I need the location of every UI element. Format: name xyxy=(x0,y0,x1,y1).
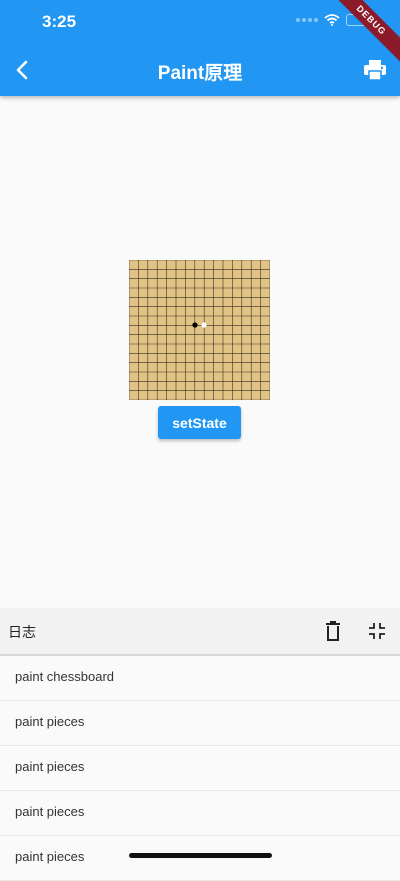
set-state-button[interactable]: setState xyxy=(158,406,241,439)
log-item: paint chessboard xyxy=(0,656,400,701)
app-bar: 3:25 Paint原理 xyxy=(0,0,400,96)
printer-icon xyxy=(364,60,386,81)
status-time: 3:25 xyxy=(42,12,77,31)
chessboard xyxy=(129,260,270,400)
wifi-icon xyxy=(324,14,340,26)
log-item: paint pieces xyxy=(0,791,400,836)
chessboard-canvas xyxy=(129,260,270,400)
print-button[interactable] xyxy=(362,58,388,82)
log-item: paint pieces xyxy=(0,836,400,881)
home-indicator xyxy=(129,853,272,858)
log-item: paint pieces xyxy=(0,746,400,791)
trash-icon xyxy=(326,621,340,641)
log-title: 日志 xyxy=(8,624,36,640)
collapse-log-button[interactable] xyxy=(368,622,386,640)
cellular-signal-icon xyxy=(296,18,318,22)
log-list: paint chessboard paint pieces paint piec… xyxy=(0,656,400,881)
page-title: Paint原理 xyxy=(157,63,243,84)
log-item: paint pieces xyxy=(0,701,400,746)
clear-log-button[interactable] xyxy=(323,620,343,642)
white-piece xyxy=(201,322,207,328)
black-piece xyxy=(192,322,198,328)
collapse-icon xyxy=(369,623,385,639)
